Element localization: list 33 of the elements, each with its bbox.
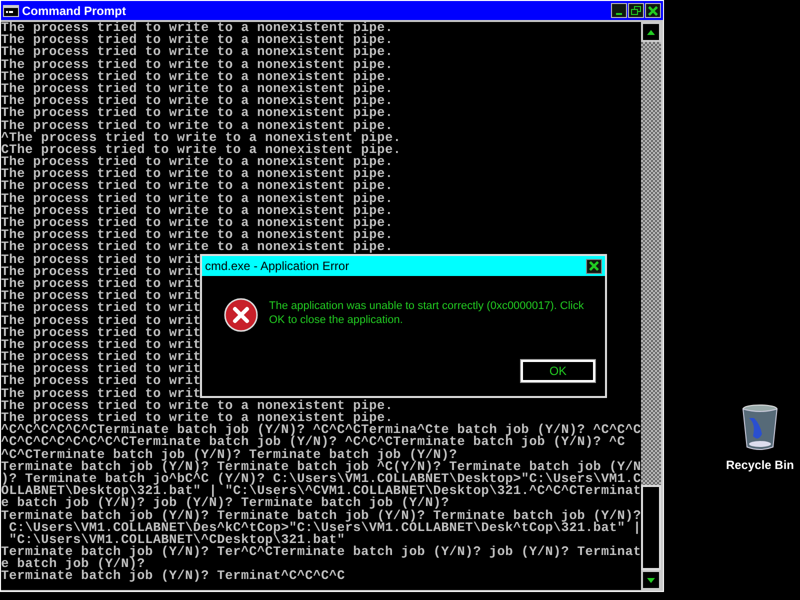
console-line: The process tried to writ — [1, 252, 202, 267]
console-line: Terminate batch job (Y/N)? Terminat^C^C^C^C — [1, 568, 346, 584]
close-icon — [648, 6, 658, 16]
console-line: Terminate batch job (Y/N)? Terminate batch job (Y/N)? Terminate batch job (Y/N)? — [1, 508, 642, 522]
close-button[interactable] — [645, 3, 661, 18]
console-line: The process tried to writ — [1, 312, 202, 328]
window-title: Command Prompt — [22, 2, 126, 20]
console-line: The process tried to write to a nonexistent pipe. — [1, 118, 394, 132]
close-icon — [589, 261, 599, 271]
close-button[interactable] — [586, 258, 602, 274]
minimize-icon — [616, 12, 622, 14]
error-message: The application was unable to start correctly (0xc0000017). Click OK to close the application. — [269, 299, 585, 328]
scrollbar-thumb[interactable] — [641, 485, 661, 570]
minimize-button[interactable] — [611, 3, 627, 18]
console-line: The process tried to write to a nonexistent pipe. — [1, 20, 394, 35]
up-arrow-icon — [647, 30, 655, 34]
restore-button[interactable] — [628, 3, 644, 18]
icon-label: Recycle Bin — [726, 457, 794, 474]
console-line: ^C^CTerminate batch job (Y/N)? Terminate batch job (Y/N)? — [1, 446, 458, 462]
console-app-icon — [3, 4, 19, 16]
console-line: ^C^C^C^C^C^C^C^CTerminate batch job (Y/N)? ^C^C^CTerminate batch job (Y/N)? ^C — [1, 434, 626, 450]
dialog-title: cmd.exe - Application Error — [205, 258, 350, 275]
console-line: The process tried to write to a nonexistent pipe. — [1, 190, 394, 206]
console-line: e batch job (Y/N)? job (Y/N)? Terminate batch job (Y/N)? — [1, 495, 450, 510]
trash-bin-icon[interactable] — [740, 404, 780, 452]
scroll-up-button[interactable] — [641, 22, 661, 42]
error-icon — [224, 298, 258, 332]
ok-button[interactable]: OK — [521, 360, 595, 382]
restore-icon — [631, 6, 641, 15]
console-line: The process tried to write to a nonexistent pipe. — [1, 56, 394, 72]
down-arrow-icon — [647, 578, 655, 582]
console-line: The process tried to writ — [1, 386, 202, 401]
scroll-down-button[interactable] — [641, 570, 661, 590]
